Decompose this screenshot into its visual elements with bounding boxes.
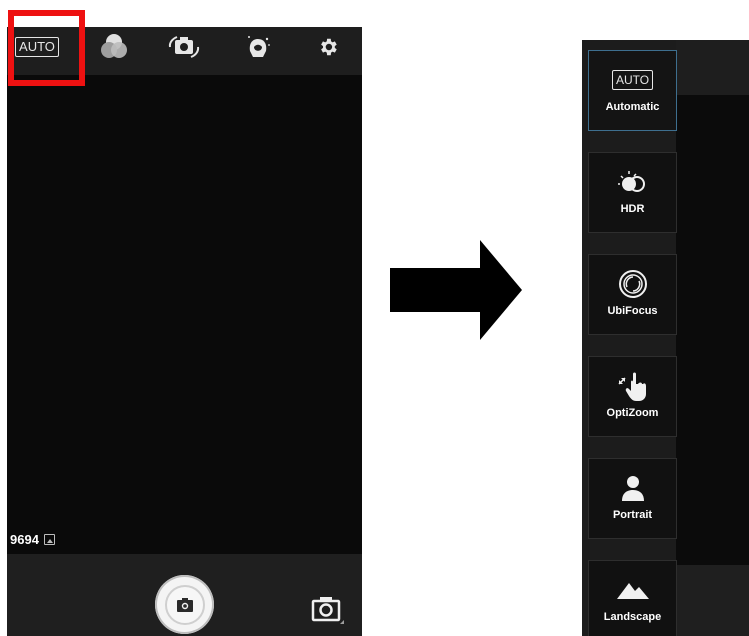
switch-camera-icon [168, 36, 200, 58]
storage-image-icon [43, 534, 55, 545]
scene-mode-portrait[interactable]: Portrait [588, 458, 677, 539]
settings-icon [321, 38, 337, 56]
scene-mode-hdr[interactable]: HDR [588, 152, 677, 233]
color-filter-icon [101, 34, 127, 58]
photo-counter: 9694 [10, 532, 55, 547]
camera-switch-button[interactable] [310, 594, 346, 624]
scene-mode-label: Landscape [603, 611, 662, 623]
front-camera-icon [311, 597, 344, 624]
camera-bottom-bar [676, 565, 749, 636]
scene-mode-ubifocus[interactable]: UbiFocus [588, 254, 677, 335]
scene-mode-label: Automatic [605, 101, 660, 113]
camera-icon [176, 597, 193, 612]
scene-mode-label: UbiFocus [607, 305, 658, 317]
portrait-icon [618, 473, 648, 503]
highlight-box [8, 10, 85, 86]
beauty-mode-button[interactable] [231, 27, 285, 67]
color-filter-button[interactable] [87, 27, 141, 67]
shutter-button[interactable] [155, 575, 214, 634]
settings-button[interactable] [301, 27, 355, 67]
camera-top-bar [676, 40, 749, 95]
camera-screen-before: AUTO 9694 [7, 27, 362, 636]
ubifocus-icon [617, 269, 649, 299]
photo-counter-value: 9694 [10, 532, 39, 547]
scene-mode-label: Portrait [612, 509, 653, 521]
scene-mode-menu: AUTO Automatic HDR UbiFocus OptiZoom Por… [582, 40, 677, 636]
scene-mode-automatic[interactable]: AUTO Automatic [588, 50, 677, 131]
right-arrow-icon [390, 240, 522, 340]
scene-mode-label: OptiZoom [606, 407, 659, 419]
switch-camera-button[interactable] [157, 27, 211, 67]
auto-icon: AUTO [611, 65, 654, 95]
landscape-icon [615, 575, 651, 605]
camera-screen-after: AUTO Automatic HDR UbiFocus OptiZoom Por… [582, 40, 749, 636]
optizoom-icon [616, 371, 650, 401]
scene-mode-optizoom[interactable]: OptiZoom [588, 356, 677, 437]
camera-bottom-bar [7, 554, 362, 636]
auto-icon-label: AUTO [611, 70, 654, 90]
camera-viewfinder[interactable] [676, 95, 749, 610]
shutter-inner [164, 584, 205, 625]
camera-viewfinder[interactable] [7, 75, 362, 555]
scene-mode-landscape[interactable]: Landscape [588, 560, 677, 636]
hdr-icon [615, 167, 651, 197]
beauty-icon [248, 36, 270, 57]
scene-mode-label: HDR [620, 203, 645, 215]
